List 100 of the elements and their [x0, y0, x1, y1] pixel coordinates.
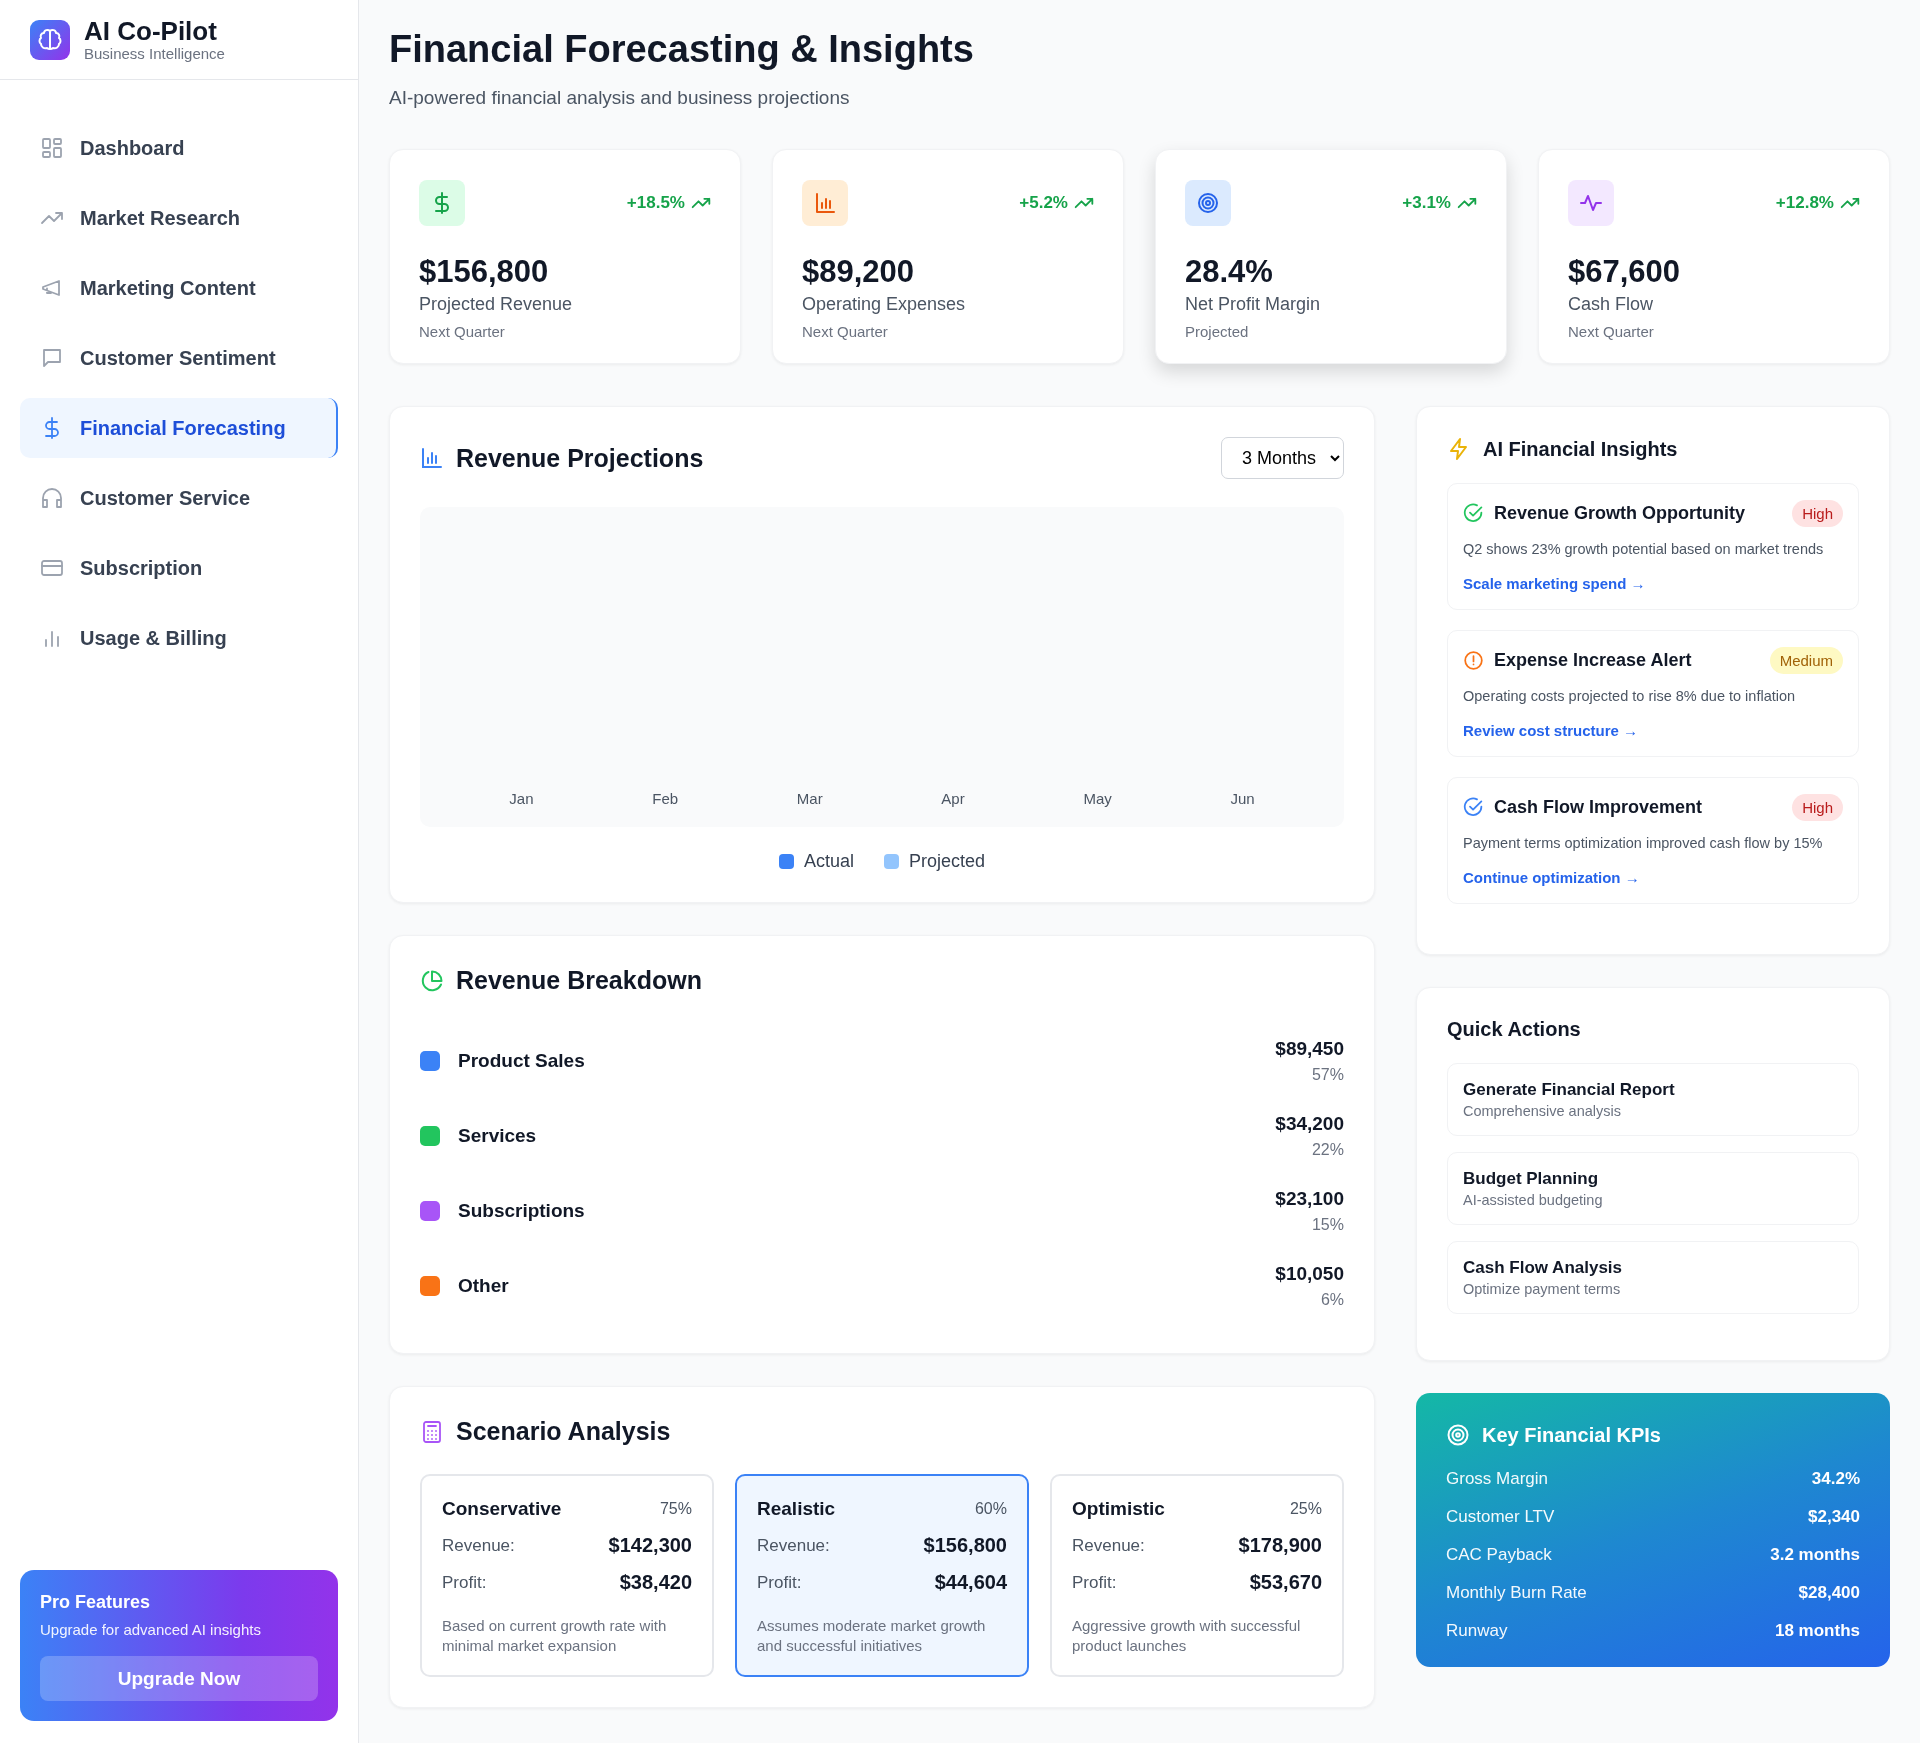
kpi-label: Customer LTV [1446, 1507, 1555, 1527]
promo-text: Upgrade for advanced AI insights [40, 1621, 262, 1638]
legend-label: Actual [803, 851, 854, 872]
category-share: 15% [1310, 1215, 1344, 1234]
pulse-icon [1568, 180, 1614, 226]
sidebar-item[interactable]: Usage & Billing [20, 608, 338, 668]
headphones-icon [40, 486, 64, 510]
category-label: Services [458, 1124, 538, 1147]
category-label: Product Sales [458, 1049, 586, 1072]
scenario-probability: 60% [974, 1500, 1007, 1518]
kpi-value: 34.2% [1811, 1469, 1860, 1489]
action-link[interactable]: Scale marketing spend → [1463, 575, 1646, 592]
category-label: Other [458, 1274, 510, 1297]
sidebar-item[interactable]: Customer Service [20, 468, 338, 528]
page-subtitle: AI-powered financial analysis and business projections [389, 87, 851, 109]
kpi-value: 3.2 months [1770, 1545, 1860, 1565]
scenario-description: Assumes moderate market growth and successful initiatives [757, 1616, 987, 1657]
card-title: Revenue Breakdown [456, 966, 703, 995]
priority-badge: High [1792, 500, 1843, 527]
quick-action-item[interactable]: Generate Financial Report Comprehensive analysis [1447, 1063, 1859, 1136]
axis-label: May [1083, 790, 1112, 807]
field-label: Profit: [757, 1572, 802, 1593]
metric-value: $89,200 [802, 254, 916, 290]
profit-value: $38,420 [619, 1571, 692, 1594]
kpi-value: $2,340 [1808, 1507, 1860, 1527]
scenario-description: Based on current growth rate with minimal market expansion [442, 1616, 668, 1657]
scenario-probability: 75% [659, 1500, 692, 1518]
metric-period: Next Quarter [802, 323, 889, 340]
range-select[interactable]: 3 Months [1221, 437, 1344, 479]
insight-text: Q2 shows 23% growth potential based on market trends [1463, 541, 1825, 557]
metric-value: 28.4% [1185, 254, 1274, 290]
category-share: 6% [1319, 1290, 1344, 1309]
revenue-value: $156,800 [923, 1534, 1007, 1557]
sidebar-item[interactable]: Market Research [20, 188, 338, 248]
app-tagline: Business Intelligence [84, 45, 225, 63]
change-indicator: +18.5% [626, 193, 711, 213]
target-icon [1446, 1423, 1470, 1447]
scenario-card[interactable]: Optimistic 25% Revenue: $178,900 Profit: $53,670 Aggressive growth with successful product launches [1050, 1474, 1344, 1677]
quick-action-item[interactable]: Budget Planning AI-assisted budgeting [1447, 1152, 1859, 1225]
brain-logo-icon [30, 19, 70, 60]
insight-title: Cash Flow Improvement [1494, 797, 1704, 818]
metric-label: Cash Flow [1568, 294, 1655, 315]
card-title: AI Financial Insights [1483, 437, 1678, 461]
field-label: Profit: [442, 1572, 487, 1593]
scenario-name: Optimistic [1072, 1498, 1165, 1520]
kpi-label: Runway [1446, 1621, 1508, 1641]
card-title: Quick Actions [1447, 1018, 1582, 1041]
pie-chart-icon [420, 968, 444, 993]
insight-text: Payment terms optimization improved cash flow by 15% [1463, 835, 1824, 851]
scenario-card[interactable]: Realistic 60% Revenue: $156,800 Profit: $44,604 Assumes moderate market growth and successful initiatives [735, 1474, 1029, 1677]
dollar-icon [419, 180, 465, 226]
kpi-label: CAC Payback [1446, 1545, 1552, 1565]
card-title: Scenario Analysis [456, 1417, 672, 1446]
kpi-label: Gross Margin [1446, 1469, 1549, 1489]
sidebar-item[interactable]: Subscription [20, 538, 338, 598]
category-share: 57% [1310, 1065, 1344, 1084]
legend-label: Projected [909, 851, 986, 872]
grid-icon [40, 136, 64, 160]
category-amount: $89,450 [1275, 1037, 1344, 1060]
sidebar-item[interactable]: Dashboard [20, 118, 338, 178]
chat-bubble-icon [40, 346, 64, 370]
insight-title: Revenue Growth Opportunity [1494, 503, 1746, 524]
axis-label: Jan [509, 790, 534, 807]
axis-label: Jun [1230, 790, 1255, 807]
action-link[interactable]: Review cost structure → [1463, 722, 1639, 739]
change-indicator: +3.1% [1402, 193, 1477, 213]
field-label: Revenue: [442, 1535, 515, 1556]
card-title: Revenue Projections [456, 443, 705, 473]
metric-label: Projected Revenue [419, 294, 574, 315]
category-share: 22% [1310, 1140, 1344, 1159]
scenario-card[interactable]: Conservative 75% Revenue: $142,300 Profit: $38,420 Based on current growth rate with minimal market expansion [420, 1474, 714, 1677]
card-title: Key Financial KPIs [1482, 1423, 1661, 1447]
action-link[interactable]: Continue optimization → [1463, 869, 1640, 886]
revenue-value: $178,900 [1238, 1534, 1322, 1557]
app-name: AI Co-Pilot [84, 16, 218, 46]
profit-value: $44,604 [934, 1571, 1007, 1594]
category-label: Subscriptions [458, 1199, 586, 1222]
scenario-name: Conservative [442, 1498, 562, 1520]
kpi-label: Monthly Burn Rate [1446, 1583, 1587, 1603]
change-indicator: +12.8% [1775, 193, 1860, 213]
page-title: Financial Forecasting & Insights [389, 28, 975, 71]
promo-title: Pro Features [40, 1592, 152, 1613]
metric-label: Net Profit Margin [1185, 294, 1322, 315]
axis-label: Mar [796, 790, 823, 807]
scenario-probability: 25% [1289, 1500, 1322, 1518]
action-subtitle: Optimize payment terms [1463, 1281, 1622, 1297]
calculator-icon [420, 1419, 444, 1444]
action-title: Cash Flow Analysis [1463, 1258, 1624, 1278]
bar-chart-icon [802, 180, 848, 226]
kpi-value: 18 months [1774, 1621, 1860, 1641]
sidebar-item[interactable]: Customer Sentiment [20, 328, 338, 388]
upgrade-button[interactable]: Upgrade Now [40, 1656, 318, 1701]
quick-action-item[interactable]: Cash Flow Analysis Optimize payment terms [1447, 1241, 1859, 1314]
change-indicator: +5.2% [1019, 193, 1094, 213]
axis-label: Feb [652, 790, 679, 807]
field-label: Revenue: [757, 1535, 830, 1556]
metric-period: Next Quarter [1568, 323, 1655, 340]
sidebar-item[interactable]: Financial Forecasting [20, 398, 338, 458]
category-amount: $34,200 [1275, 1112, 1344, 1135]
sidebar-item[interactable]: Marketing Content [20, 258, 338, 318]
